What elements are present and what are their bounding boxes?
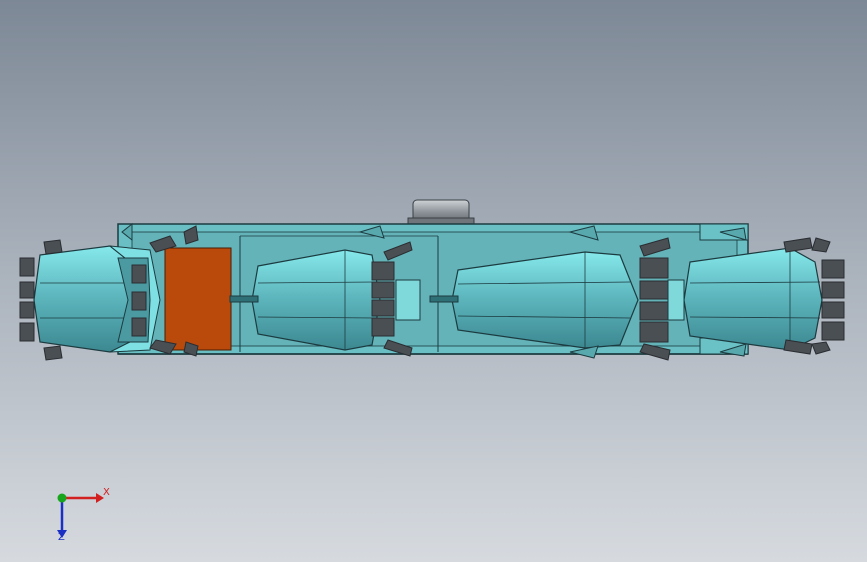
y-axis-dot — [57, 493, 67, 503]
left-cutting-drum — [33, 245, 161, 353]
shearer-model[interactable] — [0, 0, 867, 562]
cad-viewport[interactable]: X Z — [0, 0, 867, 562]
orange-panel — [164, 247, 232, 351]
motor-housing — [407, 199, 475, 227]
coordinate-triad: X Z — [40, 480, 120, 550]
z-axis-label: Z — [58, 532, 65, 543]
x-axis-label: X — [103, 487, 110, 498]
